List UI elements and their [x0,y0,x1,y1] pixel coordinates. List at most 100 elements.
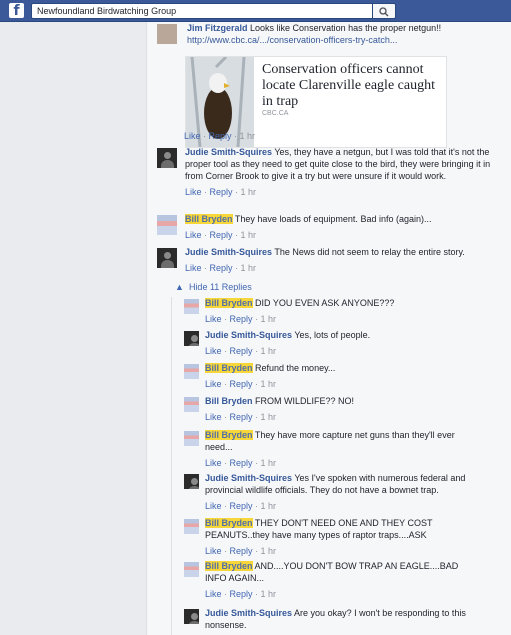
comment-actions: Like · Reply · 1 hr [205,589,277,599]
avatar[interactable] [157,248,177,268]
timestamp[interactable]: 1 hr [241,230,257,240]
left-column [0,22,146,635]
comment-actions: Like · Reply · 1 hr [205,314,277,324]
like-link[interactable]: Like [205,501,222,511]
like-link[interactable]: Like [205,379,222,389]
comment-body: Bill Bryden FROM WILDLIFE?? NO! Like · Re… [205,395,480,423]
like-link[interactable]: Like [205,546,222,556]
comment-body: Bill Bryden DID YOU EVEN ASK ANYONE??? Li… [205,297,480,325]
comment-text: Yes, lots of people. [294,330,371,340]
comment-author[interactable]: Bill Bryden [185,214,233,224]
comment-body: Bill Bryden Refund the money... Like · Re… [205,362,480,390]
comment-author[interactable]: Jim Fitzgerald [187,23,248,33]
comment-text: DID YOU EVEN ASK ANYONE??? [255,298,395,308]
like-link[interactable]: Like [205,589,222,599]
like-link[interactable]: Like [185,230,202,240]
comment-author[interactable]: Bill Bryden [205,561,253,571]
like-link[interactable]: Like [205,314,222,324]
comment-body: Bill Bryden They have more capture net g… [205,429,480,469]
avatar[interactable] [157,24,177,44]
preview-source: CBC.CA [262,110,289,117]
avatar[interactable] [184,364,199,379]
timestamp[interactable]: 1 hr [261,546,277,556]
avatar[interactable] [184,562,199,577]
collapse-icon: ▲ [175,282,184,292]
reply-link[interactable]: Reply [230,458,253,468]
reply-link[interactable]: Reply [230,346,253,356]
timestamp[interactable]: 1 hr [261,379,277,389]
timestamp[interactable]: 1 hr [261,412,277,422]
like-link[interactable]: Like [205,412,222,422]
comment-author[interactable]: Judie Smith-Squires [205,608,292,618]
like-link[interactable]: Like [205,346,222,356]
search-button[interactable] [373,3,396,19]
hide-replies-link[interactable]: ▲ Hide 11 Replies [175,282,252,292]
timestamp[interactable]: 1 hr [241,187,257,197]
avatar[interactable] [184,397,199,412]
reply-link[interactable]: Reply [230,589,253,599]
reply-thread-line [171,297,172,635]
timestamp[interactable]: 1 hr [261,458,277,468]
comment-body: Jim Fitzgerald Looks like Conservation h… [187,22,492,46]
reply-link[interactable]: Reply [230,412,253,422]
comment-author[interactable]: Bill Bryden [205,518,253,528]
comment-author[interactable]: Bill Bryden [205,298,253,308]
reply-link[interactable]: Reply [210,187,233,197]
avatar[interactable] [184,331,199,346]
comment-body: Judie Smith-Squires Are you okay? I won'… [205,607,480,631]
comment-actions: Like · Reply · 1 hr [205,501,277,511]
comment-author[interactable]: Judie Smith-Squires [205,473,292,483]
reply-link[interactable]: Reply [230,314,253,324]
avatar[interactable] [184,299,199,314]
comment-author[interactable]: Bill Bryden [205,430,253,440]
comment-text: Refund the money... [255,363,336,373]
comment-actions: Like · Reply · 1 hr [184,131,256,141]
comment-body: Judie Smith-Squires Yes I've spoken with… [205,472,480,512]
like-link[interactable]: Like [184,131,201,141]
comment-text: They have loads of equipment. Bad info (… [234,214,432,224]
timestamp[interactable]: 1 hr [261,589,277,599]
comment-section: Jim Fitzgerald Looks like Conservation h… [147,22,511,635]
avatar[interactable] [157,148,177,168]
comment-actions: Like · Reply · 1 hr [185,187,257,197]
comment-author[interactable]: Judie Smith-Squires [185,247,272,257]
avatar[interactable] [184,474,199,489]
reply-link[interactable]: Reply [209,131,232,141]
reply-link[interactable]: Reply [210,263,233,273]
preview-title[interactable]: Conservation officers cannot locate Clar… [262,62,442,110]
timestamp[interactable]: 1 hr [241,263,257,273]
reply-link[interactable]: Reply [230,546,253,556]
comment-author[interactable]: Bill Bryden [205,396,253,406]
comment-body: Judie Smith-Squires The News did not see… [185,246,491,274]
comment-author[interactable]: Judie Smith-Squires [185,147,272,157]
like-link[interactable]: Like [205,458,222,468]
timestamp[interactable]: 1 hr [261,501,277,511]
comment-actions: Like · Reply · 1 hr [185,230,257,240]
comment-body: Bill Bryden They have loads of equipment… [185,213,491,241]
facebook-logo-icon[interactable]: f [9,3,24,18]
search-icon [379,7,389,17]
comment-author[interactable]: Bill Bryden [205,363,253,373]
comment-author[interactable]: Judie Smith-Squires [205,330,292,340]
comment-link[interactable]: http://www.cbc.ca/.../conservation-offic… [187,35,397,45]
like-link[interactable]: Like [185,187,202,197]
reply-link[interactable]: Reply [230,501,253,511]
reply-link[interactable]: Reply [210,230,233,240]
comment-text: FROM WILDLIFE?? NO! [255,396,355,406]
timestamp[interactable]: 1 hr [240,131,256,141]
timestamp[interactable]: 1 hr [261,346,277,356]
like-link[interactable]: Like [185,263,202,273]
reply-link[interactable]: Reply [230,379,253,389]
comment-body: Judie Smith-Squires Yes, they have a net… [185,146,491,198]
avatar[interactable] [184,431,199,446]
avatar[interactable] [157,215,177,235]
comment-actions: Like · Reply · 1 hr [205,379,277,389]
search-input[interactable]: Newfoundland Birdwatching Group [31,3,373,19]
comment-actions: Like · Reply · 1 hr [205,412,277,422]
comment-actions: Like · Reply · 1 hr [205,546,277,556]
comment-body: Bill Bryden AND....YOU DON'T BOW TRAP AN… [205,560,480,600]
timestamp[interactable]: 1 hr [261,314,277,324]
top-bar: f Newfoundland Birdwatching Group [0,0,511,22]
avatar[interactable] [184,519,199,534]
avatar[interactable] [184,609,199,624]
